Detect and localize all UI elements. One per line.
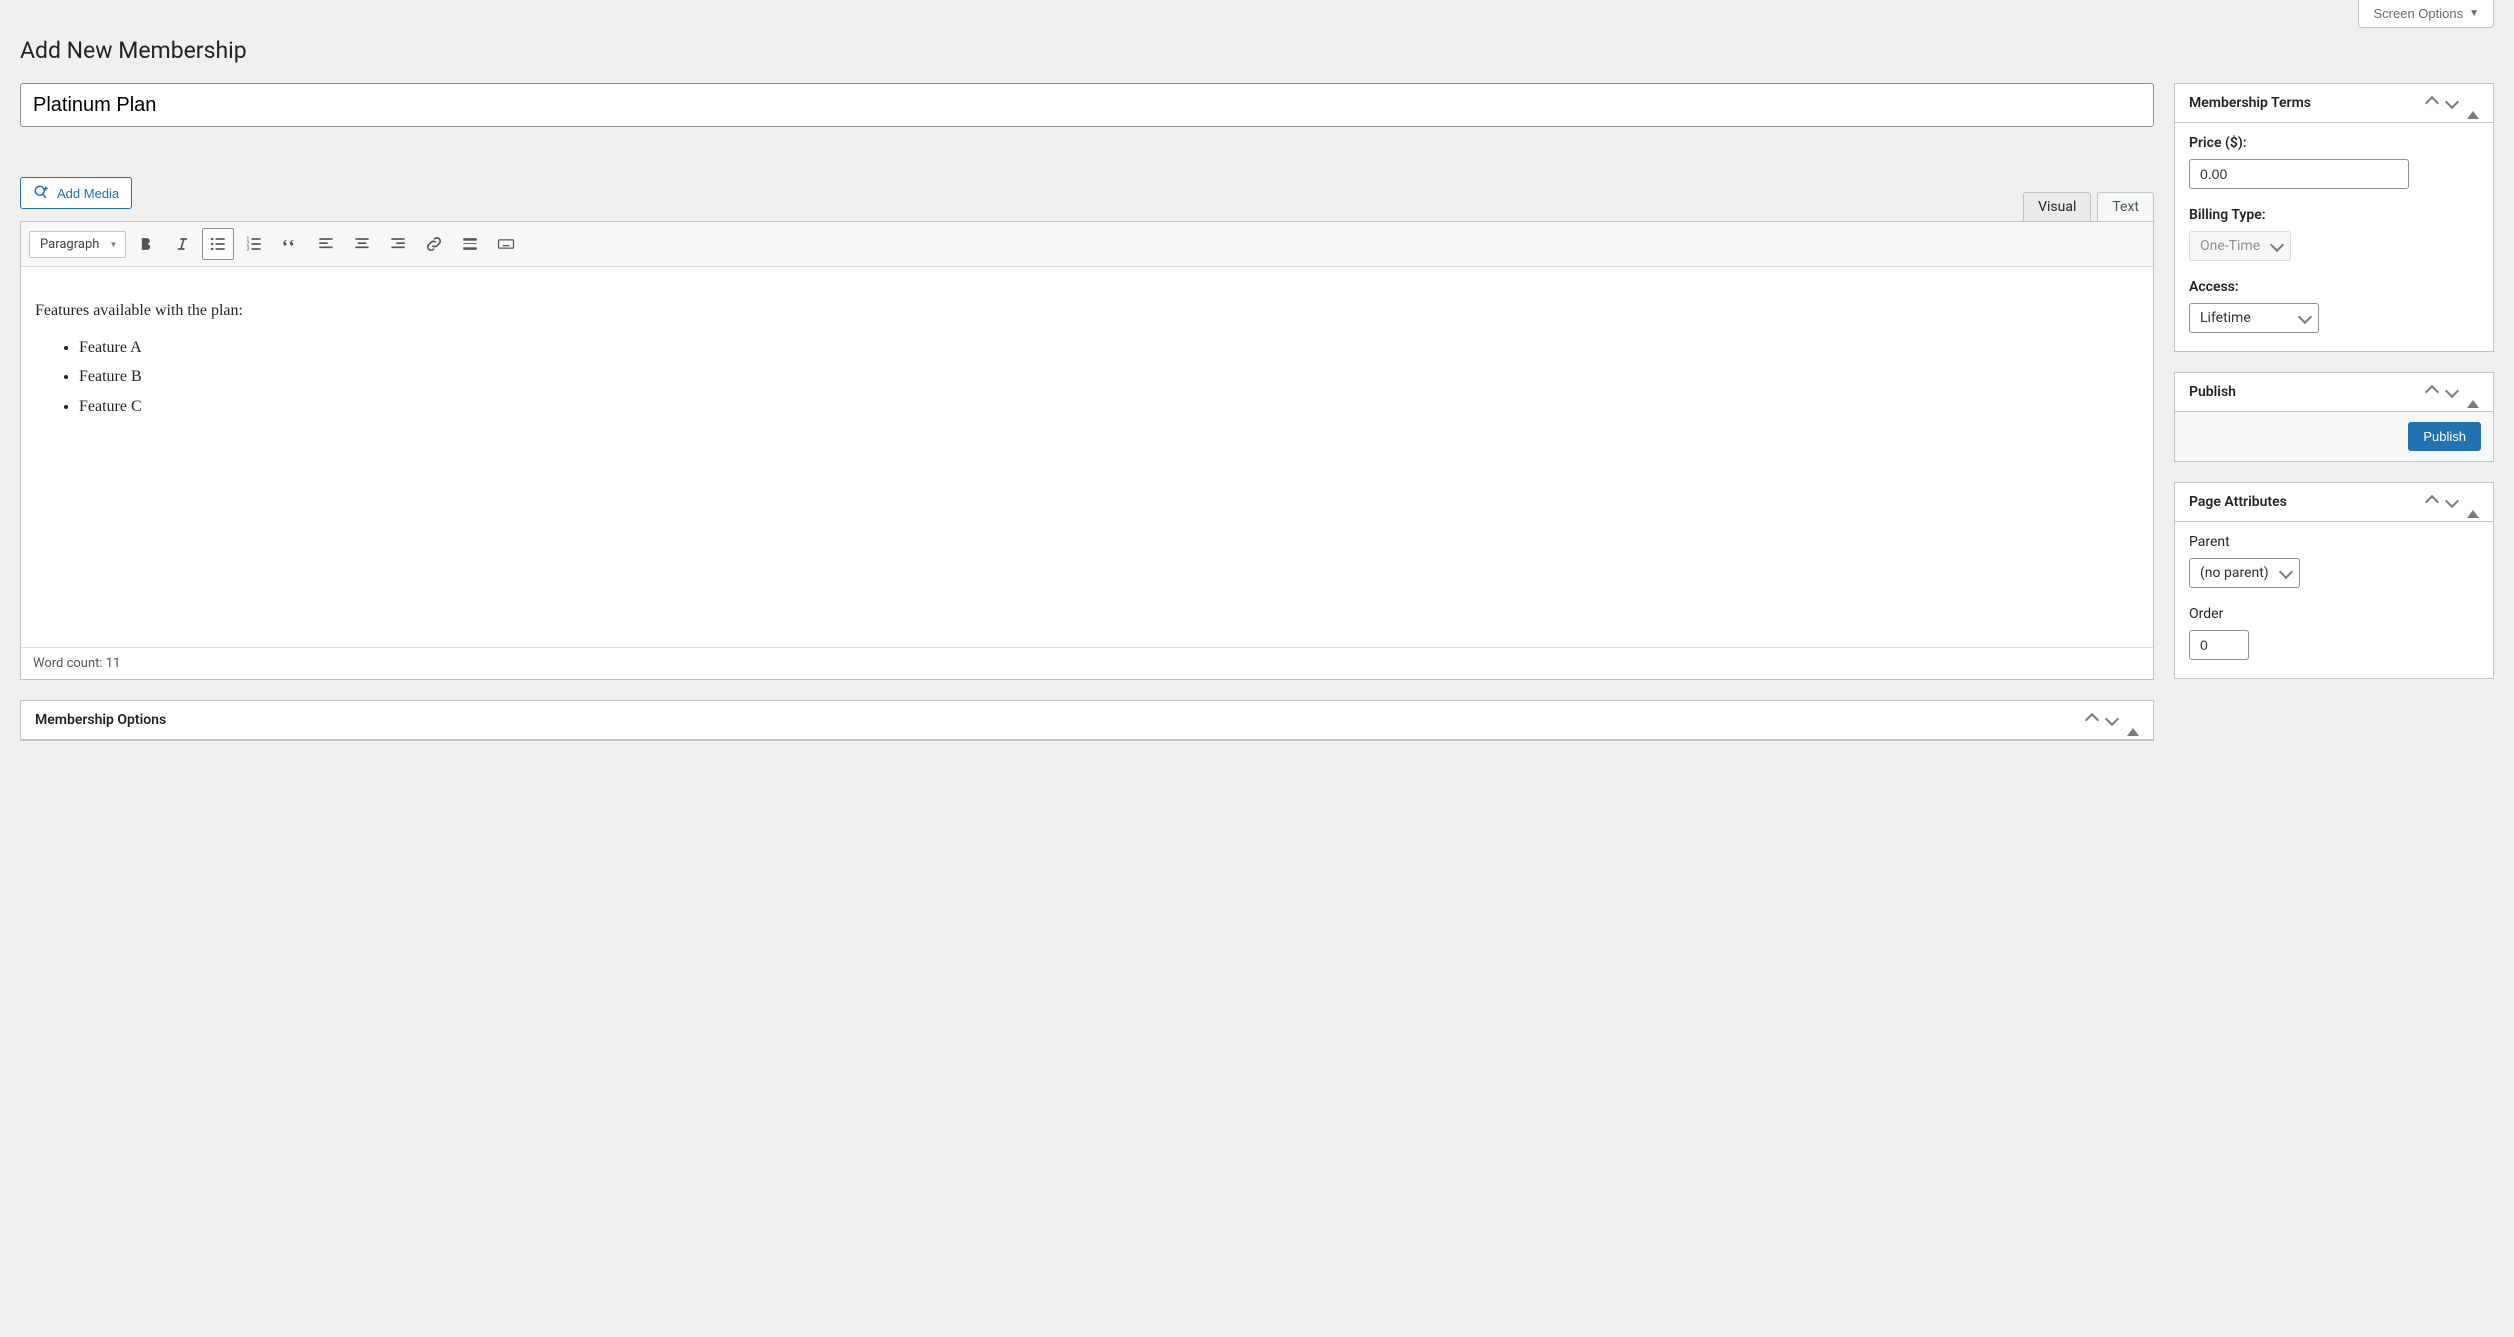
- align-center-icon: [352, 234, 372, 254]
- membership-options-title: Membership Options: [35, 712, 166, 728]
- move-up-button[interactable]: [2427, 383, 2437, 401]
- billing-type-label: Billing Type:: [2189, 207, 2479, 223]
- editor-container: Paragraph 123: [20, 221, 2154, 680]
- read-more-button[interactable]: [454, 228, 486, 260]
- bullet-list-button[interactable]: [202, 228, 234, 260]
- align-center-button[interactable]: [346, 228, 378, 260]
- page-attributes-title: Page Attributes: [2189, 494, 2287, 510]
- align-left-icon: [316, 234, 336, 254]
- chevron-up-icon: [2425, 495, 2439, 509]
- triangle-up-icon: [2467, 96, 2479, 119]
- numbered-list-button[interactable]: 123: [238, 228, 270, 260]
- toggle-panel-button[interactable]: [2467, 495, 2479, 510]
- triangle-up-icon: [2127, 713, 2139, 736]
- bold-button[interactable]: [130, 228, 162, 260]
- add-media-button[interactable]: Add Media: [20, 177, 132, 209]
- chevron-down-icon: [2300, 310, 2310, 326]
- membership-title-input[interactable]: [20, 83, 2154, 127]
- tab-text[interactable]: Text: [2097, 192, 2154, 221]
- chevron-down-icon: [2445, 493, 2459, 507]
- align-right-button[interactable]: [382, 228, 414, 260]
- keyboard-icon: [496, 234, 516, 254]
- screen-options-label: Screen Options: [2373, 6, 2463, 21]
- billing-type-value: One-Time: [2200, 238, 2260, 254]
- italic-icon: [172, 234, 192, 254]
- editor-toolbar: Paragraph 123: [21, 222, 2153, 267]
- align-right-icon: [388, 234, 408, 254]
- parent-value: (no parent): [2200, 565, 2269, 581]
- list-item: Feature B: [79, 363, 2139, 390]
- move-down-button[interactable]: [2447, 495, 2457, 510]
- chevron-down-icon: [2445, 383, 2459, 397]
- toggle-panel-button[interactable]: [2127, 713, 2139, 728]
- blockquote-icon: [280, 234, 300, 254]
- publish-box-title: Publish: [2189, 384, 2236, 400]
- bold-icon: [136, 234, 156, 254]
- order-label: Order: [2189, 606, 2479, 622]
- link-button[interactable]: [418, 228, 450, 260]
- chevron-down-icon: [2272, 238, 2282, 254]
- content-editor[interactable]: Features available with the plan: Featur…: [21, 267, 2153, 647]
- chevron-up-icon: [2425, 385, 2439, 399]
- parent-label: Parent: [2189, 534, 2479, 550]
- list-item: Feature A: [79, 334, 2139, 361]
- order-input[interactable]: [2189, 630, 2249, 660]
- parent-select[interactable]: (no parent): [2189, 558, 2300, 588]
- move-up-button[interactable]: [2087, 711, 2097, 729]
- access-label: Access:: [2189, 279, 2479, 295]
- move-up-button[interactable]: [2427, 493, 2437, 511]
- membership-terms-title: Membership Terms: [2189, 95, 2311, 111]
- publish-button[interactable]: Publish: [2408, 422, 2481, 451]
- move-down-button[interactable]: [2447, 385, 2457, 400]
- move-down-button[interactable]: [2107, 713, 2117, 728]
- toolbar-toggle-button[interactable]: [490, 228, 522, 260]
- tab-visual[interactable]: Visual: [2023, 192, 2091, 221]
- align-left-button[interactable]: [310, 228, 342, 260]
- word-count: Word count: 11: [21, 647, 2153, 679]
- media-icon: [33, 184, 51, 202]
- move-up-button[interactable]: [2427, 94, 2437, 112]
- list-item: Feature C: [79, 393, 2139, 420]
- chevron-down-icon: ▼: [2469, 8, 2479, 19]
- blockquote-button[interactable]: [274, 228, 306, 260]
- access-select[interactable]: Lifetime: [2189, 303, 2319, 333]
- price-input[interactable]: [2189, 159, 2409, 189]
- bullet-list-icon: [208, 234, 228, 254]
- billing-type-select: One-Time: [2189, 231, 2291, 261]
- svg-text:3: 3: [247, 247, 250, 253]
- numbered-list-icon: 123: [244, 234, 264, 254]
- italic-button[interactable]: [166, 228, 198, 260]
- format-select[interactable]: Paragraph: [29, 231, 126, 258]
- screen-options-button[interactable]: Screen Options ▼: [2358, 0, 2494, 28]
- toggle-panel-button[interactable]: [2467, 385, 2479, 400]
- content-intro: Features available with the plan:: [35, 297, 2139, 324]
- move-down-button[interactable]: [2447, 96, 2457, 111]
- link-icon: [424, 234, 444, 254]
- chevron-up-icon: [2425, 96, 2439, 110]
- price-label: Price ($):: [2189, 135, 2479, 151]
- chevron-up-icon: [2085, 713, 2099, 727]
- format-select-label: Paragraph: [40, 237, 99, 252]
- page-title: Add New Membership: [20, 28, 2494, 68]
- add-media-label: Add Media: [57, 186, 119, 201]
- chevron-down-icon: [2445, 94, 2459, 108]
- feature-list: Feature A Feature B Feature C: [35, 334, 2139, 420]
- triangle-up-icon: [2467, 385, 2479, 408]
- toggle-panel-button[interactable]: [2467, 96, 2479, 111]
- chevron-down-icon: [2105, 711, 2119, 725]
- read-more-icon: [460, 234, 480, 254]
- triangle-up-icon: [2467, 495, 2479, 518]
- chevron-down-icon: [2281, 565, 2291, 581]
- access-value: Lifetime: [2200, 310, 2251, 326]
